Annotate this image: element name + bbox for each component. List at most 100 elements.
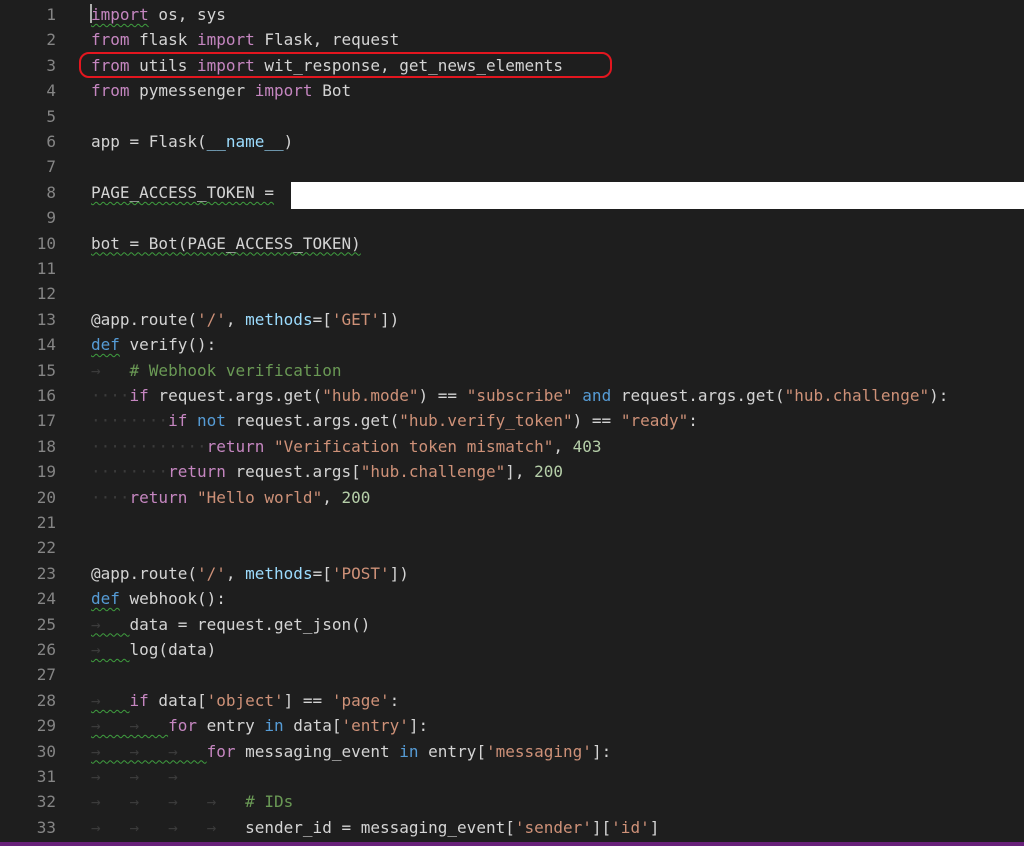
code-line[interactable]: 30 → → → for messaging_event in entry['me…	[0, 739, 1024, 764]
code-token: if	[129, 690, 149, 710]
code-line[interactable]: 14 def verify():	[0, 332, 1024, 357]
code-line[interactable]: 13 @app.route('/', methods=['GET'])	[0, 307, 1024, 332]
line-number: 31	[36, 767, 56, 786]
line-number: 12	[36, 284, 56, 304]
code-token: ,	[322, 487, 342, 507]
line-number: 4	[46, 81, 56, 101]
code-token: "hub.challenge"	[784, 386, 930, 405]
line-number: 3	[46, 55, 56, 75]
code-line[interactable]: 1 import os, sys	[0, 2, 1024, 27]
code-token: 'page'	[331, 690, 390, 710]
code-token: from	[91, 81, 130, 101]
code-line[interactable]: 22	[0, 535, 1024, 560]
code-token: 'messaging'	[485, 741, 592, 761]
code-token: data[	[283, 716, 342, 736]
code-token: data[	[148, 690, 207, 710]
code-line[interactable]: 10 bot = Bot(PAGE_ACCESS_TOKEN)	[0, 231, 1024, 256]
code-token: Flask, request	[254, 30, 400, 50]
line-number: 8	[46, 182, 56, 202]
code-line[interactable]: 32 → → → → # IDs	[0, 789, 1024, 814]
code-token: entry[	[418, 741, 486, 761]
line-text: @app.route('/', methods=['POST'])	[91, 561, 409, 586]
line-number: 5	[46, 106, 56, 126]
code-token: 200	[534, 462, 564, 482]
code-token: "subscribe"	[466, 386, 573, 405]
code-editor[interactable]: 1 import os, sys 2 from flask import Flask,…	[0, 0, 1024, 846]
code-token: verify():	[119, 335, 217, 355]
line-text: PAGE_ACCESS_TOKEN =	[91, 180, 274, 205]
code-line[interactable]: 19 ········return request.args["hub.chall…	[0, 459, 1024, 484]
code-token: in	[264, 716, 284, 736]
code-line[interactable]: 28 → if data['object'] == 'page':	[0, 688, 1024, 713]
code-line[interactable]: 7	[0, 154, 1024, 179]
code-token: log(data)	[129, 640, 217, 659]
code-token: sender_id = messaging_event[	[245, 817, 515, 837]
line-text: ············return "Verification token m…	[91, 434, 602, 459]
code-line[interactable]: 11	[0, 256, 1024, 281]
code-token: 403	[572, 436, 602, 456]
code-line[interactable]: 23 @app.route('/', methods=['POST'])	[0, 561, 1024, 586]
code-token: request.args.get(	[225, 411, 400, 431]
line-number: 1	[46, 5, 56, 24]
code-line[interactable]: 2 from flask import Flask, request	[0, 27, 1024, 52]
code-token: =[	[312, 309, 332, 329]
code-line[interactable]: 27	[0, 662, 1024, 687]
code-token: for	[206, 741, 236, 761]
code-line[interactable]: 17 ········if not request.args.get("hub.v…	[0, 408, 1024, 433]
code-token: ········	[91, 411, 169, 431]
status-bar-edge	[0, 842, 1024, 846]
code-token: in	[399, 741, 419, 761]
code-token: return	[168, 462, 226, 482]
code-token: import	[91, 5, 149, 24]
code-line[interactable]: 18 ············return "Verification token…	[0, 434, 1024, 459]
code-line[interactable]: 25 → data = request.get_json()	[0, 612, 1024, 637]
code-token: → → →	[91, 741, 207, 761]
code-token: ············	[91, 436, 207, 456]
line-number: 33	[36, 817, 56, 837]
line-text: app = Flask(__name__)	[91, 129, 293, 154]
code-line[interactable]: 33 → → → → sender_id = messaging_event['s…	[0, 815, 1024, 840]
code-line[interactable]: 6 app = Flask(__name__)	[0, 129, 1024, 154]
code-token: ])	[389, 563, 409, 583]
line-number: 10	[36, 233, 56, 253]
code-token: ):	[929, 386, 949, 405]
code-token: =[	[312, 563, 332, 583]
line-number: 24	[36, 589, 56, 609]
line-text: → data = request.get_json()	[91, 612, 370, 637]
code-token: 'entry'	[341, 716, 409, 736]
code-token: →	[91, 640, 130, 659]
code-line[interactable]: 29 → → for entry in data['entry']:	[0, 713, 1024, 738]
line-number: 32	[36, 792, 56, 812]
code-token: → → →	[91, 767, 178, 786]
code-token: return	[206, 436, 265, 456]
code-token: ········	[91, 462, 169, 482]
code-line[interactable]: 24 def webhook():	[0, 586, 1024, 611]
code-token: ][	[591, 817, 612, 837]
code-token: ,	[553, 436, 573, 456]
text-cursor	[90, 4, 92, 23]
line-number: 16	[36, 386, 56, 405]
code-line[interactable]: 16 ····if request.args.get("hub.mode") ==…	[0, 383, 1024, 408]
code-token: os, sys	[148, 5, 226, 24]
code-token: "hub.verify_token"	[399, 411, 573, 431]
code-line[interactable]: 26 → log(data)	[0, 637, 1024, 662]
code-line[interactable]: 4 from pymessenger import Bot	[0, 78, 1024, 103]
line-text: → if data['object'] == 'page':	[91, 688, 399, 713]
code-line[interactable]: 12	[0, 281, 1024, 306]
line-text: → log(data)	[91, 637, 216, 662]
code-line[interactable]: 15 → # Webhook verification	[0, 358, 1024, 383]
code-line[interactable]: 5	[0, 104, 1024, 129]
code-line[interactable]: 21	[0, 510, 1024, 535]
code-token: ,	[225, 563, 246, 583]
line-number: 14	[36, 335, 56, 355]
code-token: "Verification token mismatch"	[274, 436, 554, 456]
code-token: ] ==	[283, 690, 332, 710]
code-line[interactable]: 31 → → →	[0, 764, 1024, 789]
code-line[interactable]: 20 ····return "Hello world", 200	[0, 485, 1024, 510]
code-token: entry	[196, 716, 265, 736]
code-token: →	[91, 614, 130, 634]
line-text: def webhook():	[91, 586, 226, 611]
code-token: pymessenger	[129, 81, 255, 101]
